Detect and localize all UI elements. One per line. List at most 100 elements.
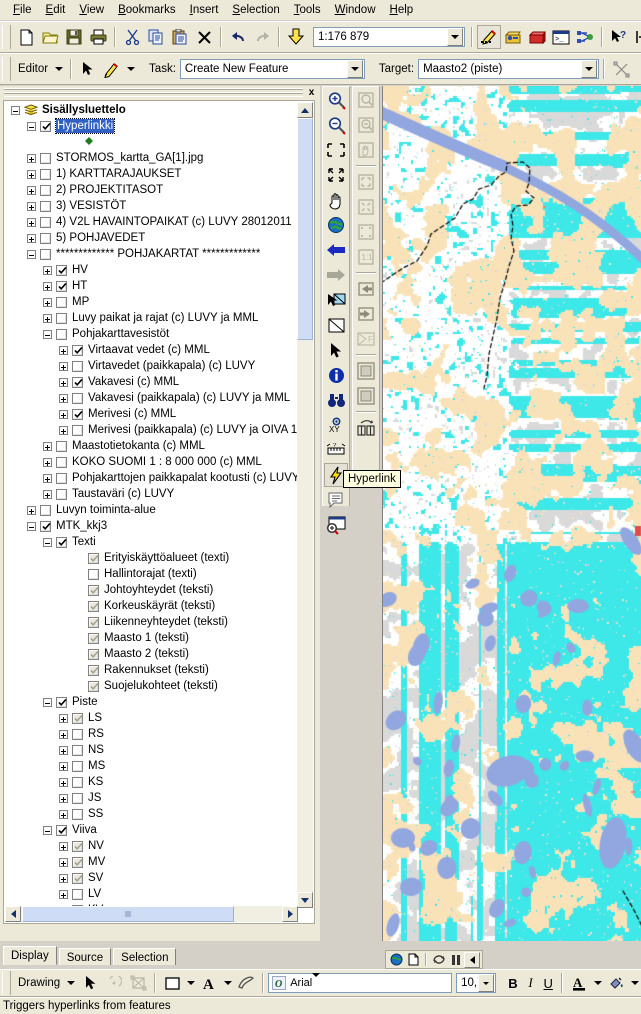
toc-layer-row[interactable]: 4) V2L HAVAINTOPAIKAT (c) LUVY 28012011 bbox=[5, 214, 298, 230]
expand-plus-icon[interactable] bbox=[59, 425, 68, 435]
sketch-dropdown-arrow[interactable] bbox=[124, 57, 137, 81]
layer-checkbox-unchecked[interactable] bbox=[72, 424, 83, 436]
layer-checkbox-checked-disabled[interactable] bbox=[88, 616, 99, 628]
expand-plus-icon[interactable] bbox=[59, 841, 68, 851]
add-data-icon[interactable] bbox=[284, 25, 308, 49]
pause-drawing-icon[interactable] bbox=[447, 952, 464, 968]
delete-x-icon[interactable] bbox=[192, 25, 216, 49]
scroll-down-button[interactable] bbox=[297, 892, 313, 908]
hscroll-thumb[interactable] bbox=[22, 906, 234, 922]
toc-layer-row[interactable]: Vakavesi (c) MML bbox=[5, 374, 298, 390]
zoom-out-layout-icon[interactable] bbox=[354, 113, 378, 137]
editor-toolbar-icon[interactable] bbox=[477, 25, 501, 49]
toc-layer-row[interactable]: Vakavesi (paikkapala) (c) LUVY ja MML bbox=[5, 390, 298, 406]
zoom-in-icon[interactable] bbox=[324, 88, 348, 112]
fixed-zoom-in-layout-icon[interactable] bbox=[354, 170, 378, 194]
collapse-minus-icon[interactable] bbox=[43, 697, 52, 707]
layer-checkbox-unchecked[interactable] bbox=[56, 312, 67, 324]
expand-plus-icon[interactable] bbox=[43, 265, 52, 275]
layer-checkbox-checked[interactable] bbox=[56, 536, 67, 548]
toggle-draft-icon[interactable]: F bbox=[354, 327, 378, 351]
toc-layer-row[interactable]: Merivesi (c) MML bbox=[5, 406, 298, 422]
layer-checkbox-checked[interactable] bbox=[56, 696, 67, 708]
expand-plus-icon[interactable] bbox=[43, 489, 52, 499]
toc-layer-row[interactable]: MV bbox=[5, 854, 298, 870]
full-extent-globe-icon[interactable] bbox=[324, 213, 348, 237]
layer-checkbox-checked-disabled[interactable] bbox=[72, 856, 83, 868]
show-hide-icon[interactable] bbox=[631, 25, 641, 49]
toc-layer-row[interactable]: Pohjakarttavesistöt bbox=[5, 326, 298, 342]
menu-item-edit[interactable]: Edit bbox=[39, 2, 73, 18]
layer-checkbox-checked-disabled[interactable] bbox=[88, 632, 99, 644]
expand-plus-icon[interactable] bbox=[43, 457, 52, 467]
layer-checkbox-checked-disabled[interactable] bbox=[88, 664, 99, 676]
layer-checkbox-checked[interactable] bbox=[72, 376, 83, 388]
scale-dropdown-arrow[interactable] bbox=[447, 28, 463, 46]
toc-layer-row[interactable]: SS bbox=[5, 806, 298, 822]
identify-info-icon[interactable] bbox=[324, 363, 348, 387]
new-document-icon[interactable] bbox=[14, 25, 38, 49]
layer-checkbox-unchecked[interactable] bbox=[72, 760, 83, 772]
toc-layer-row[interactable]: Rakennukset (teksti) bbox=[5, 662, 298, 678]
expand-plus-icon[interactable] bbox=[27, 185, 36, 195]
scroll-right-button[interactable] bbox=[282, 906, 298, 922]
layer-checkbox-unchecked[interactable] bbox=[40, 184, 51, 196]
layer-checkbox-unchecked[interactable] bbox=[72, 360, 83, 372]
rotate-element-icon[interactable] bbox=[102, 971, 126, 995]
layer-checkbox-unchecked[interactable] bbox=[40, 216, 51, 228]
expand-plus-icon[interactable] bbox=[43, 441, 52, 451]
toc-vertical-scrollbar[interactable] bbox=[297, 102, 313, 908]
expand-plus-icon[interactable] bbox=[59, 793, 68, 803]
change-layout-icon[interactable] bbox=[354, 384, 378, 408]
font-size-combo[interactable]: 10,7 bbox=[456, 973, 497, 993]
rotate-tool-icon[interactable] bbox=[633, 57, 641, 81]
save-disk-icon[interactable] bbox=[62, 25, 86, 49]
layer-checkbox-checked-disabled[interactable] bbox=[72, 712, 83, 724]
target-dropdown-arrow[interactable] bbox=[581, 60, 598, 78]
layer-checkbox-checked[interactable] bbox=[72, 344, 83, 356]
menu-item-window[interactable]: Window bbox=[328, 2, 383, 18]
find-binoculars-icon[interactable] bbox=[324, 388, 348, 412]
zoom-in-layout-icon[interactable] bbox=[354, 88, 378, 112]
print-icon[interactable] bbox=[86, 25, 110, 49]
toc-layer-row[interactable]: Viiva bbox=[5, 822, 298, 838]
text-color-icon[interactable]: A bbox=[567, 971, 591, 995]
layer-checkbox-unchecked[interactable] bbox=[72, 744, 83, 756]
magnifier-window-icon[interactable] bbox=[324, 513, 348, 537]
toc-layer-row[interactable]: LV bbox=[5, 886, 298, 902]
expand-plus-icon[interactable] bbox=[27, 505, 36, 515]
toc-layer-row[interactable]: Texti bbox=[5, 534, 298, 550]
toc-layer-row[interactable]: MP bbox=[5, 294, 298, 310]
split-tool-icon[interactable] bbox=[609, 57, 633, 81]
toc-layer-row[interactable]: Maasto 1 (teksti) bbox=[5, 630, 298, 646]
underline-button[interactable]: U bbox=[539, 973, 557, 993]
collapse-minus-icon[interactable] bbox=[27, 249, 36, 259]
select-elements-arrow-icon[interactable] bbox=[78, 971, 102, 995]
collapse-minus-icon[interactable] bbox=[43, 329, 52, 339]
expand-plus-icon[interactable] bbox=[59, 361, 68, 371]
fixed-zoom-out-layout-icon[interactable] bbox=[354, 195, 378, 219]
zoom-whole-page-icon[interactable] bbox=[354, 220, 378, 244]
scroll-up-button[interactable] bbox=[297, 102, 313, 118]
scroll-left-button[interactable] bbox=[5, 906, 21, 922]
layer-checkbox-checked[interactable] bbox=[56, 824, 67, 836]
expand-plus-icon[interactable] bbox=[43, 313, 52, 323]
copy-icon[interactable] bbox=[144, 25, 168, 49]
menu-item-selection[interactable]: Selection bbox=[225, 2, 286, 18]
paste-icon[interactable] bbox=[168, 25, 192, 49]
expand-plus-icon[interactable] bbox=[27, 201, 36, 211]
toc-layer-row[interactable]: 5) POHJAVEDET bbox=[5, 230, 298, 246]
layer-checkbox-checked-disabled[interactable] bbox=[72, 872, 83, 884]
toc-tab-selection[interactable]: Selection bbox=[113, 948, 177, 965]
target-combo[interactable]: Maasto2 (piste) bbox=[418, 59, 600, 79]
html-popup-icon[interactable] bbox=[324, 488, 348, 512]
font-size-dropdown-arrow[interactable] bbox=[478, 974, 495, 992]
focus-data-frame-icon[interactable] bbox=[354, 359, 378, 383]
layer-checkbox-checked[interactable] bbox=[72, 408, 83, 420]
expand-plus-icon[interactable] bbox=[59, 377, 68, 387]
go-to-xy-icon[interactable]: XY bbox=[324, 413, 348, 437]
open-folder-icon[interactable] bbox=[38, 25, 62, 49]
expand-plus-icon[interactable] bbox=[43, 281, 52, 291]
toc-layer-row[interactable]: Liikenneyhteydet (teksti) bbox=[5, 614, 298, 630]
toc-layer-row[interactable]: KS bbox=[5, 774, 298, 790]
